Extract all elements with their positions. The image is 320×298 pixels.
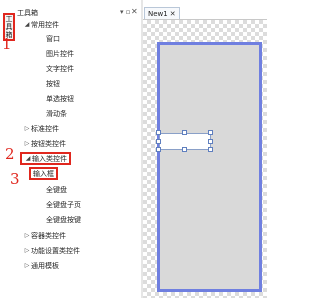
tree-item-label: 文字控件 [46, 64, 74, 73]
tree-item[interactable]: 窗口 [46, 32, 60, 45]
panel-title: 工具箱 [17, 9, 38, 17]
tree-group-function-class[interactable]: ▷ 功能设置类控件 [23, 244, 80, 257]
tree-item[interactable]: 文字控件 [46, 62, 74, 75]
tree-group-container-class[interactable]: ▷ 容器类控件 [23, 229, 66, 242]
tree-group-label: 常用控件 [31, 20, 59, 29]
resize-handle[interactable] [156, 147, 161, 152]
tree-item-label: 按钮 [46, 79, 60, 88]
panel-pin-icon[interactable]: ▾ ▫ [120, 8, 130, 16]
tab-label: New1 [148, 9, 168, 18]
annotation-number-3: 3 [10, 170, 20, 188]
panel-close-icon[interactable]: ✕ [131, 7, 138, 16]
tree-item[interactable]: 图片控件 [46, 47, 74, 60]
collapsed-triangle-icon[interactable]: ▷ [23, 140, 31, 147]
tree-item[interactable]: 全键盘 [46, 183, 67, 196]
tree-item-label: 输入框 [33, 169, 54, 178]
tree-group-label: 通用模板 [31, 261, 59, 270]
tree-item-label: 图片控件 [46, 49, 74, 58]
resize-handle[interactable] [208, 130, 213, 135]
expanded-triangle-icon[interactable]: ◢ [24, 155, 32, 162]
tree-item-label: 单选按钮 [46, 94, 74, 103]
resize-handle[interactable] [208, 147, 213, 152]
side-tab-char: 工 [5, 15, 13, 23]
tree-group-standard[interactable]: ▷ 标准控件 [23, 122, 59, 135]
resize-handle[interactable] [208, 139, 213, 144]
close-icon[interactable]: ✕ [170, 10, 176, 18]
resize-handle[interactable] [156, 130, 161, 135]
tree-group-label: 容器类控件 [31, 231, 66, 240]
tree-item-label: 全键盘按键 [46, 215, 81, 224]
highlight-box: ◢ 输入类控件 [20, 152, 71, 165]
tree-item[interactable]: 全键盘子页 [46, 198, 81, 211]
resize-handle[interactable] [182, 147, 187, 152]
tree-group-input-class[interactable]: ◢ 输入类控件 [20, 152, 71, 165]
tree-group-button-class[interactable]: ▷ 按钮类控件 [23, 137, 66, 150]
collapsed-triangle-icon[interactable]: ▷ [23, 232, 31, 239]
resize-handle[interactable] [156, 139, 161, 144]
tree-item[interactable]: 单选按钮 [46, 92, 74, 105]
tree-item[interactable]: 按钮 [46, 77, 60, 90]
annotation-number-2: 2 [5, 145, 15, 163]
tab-new1[interactable]: New1 ✕ [144, 7, 180, 19]
tree-group-label: 按钮类控件 [31, 139, 66, 148]
tree-group-label: 输入类控件 [32, 154, 67, 163]
highlight-box: 输入框 [29, 167, 58, 180]
tree-group-label: 标准控件 [31, 124, 59, 133]
tree-group-common-templates[interactable]: ▷ 通用模板 [23, 259, 59, 272]
page-preview[interactable] [157, 42, 262, 292]
collapsed-triangle-icon[interactable]: ▷ [23, 247, 31, 254]
annotation-number-1: 1 [2, 35, 12, 53]
collapsed-triangle-icon[interactable]: ▷ [23, 125, 31, 132]
tree-item[interactable]: 滑动条 [46, 107, 67, 120]
tree-item-label: 全键盘 [46, 185, 67, 194]
expanded-triangle-icon[interactable]: ◢ [23, 21, 31, 28]
tree-item-label: 窗口 [46, 34, 60, 43]
tree-item-input-box[interactable]: 输入框 [29, 167, 58, 180]
tree-item[interactable]: 全键盘按键 [46, 213, 81, 226]
tree-group-common[interactable]: ◢ 常用控件 [23, 18, 59, 31]
tree-item-label: 全键盘子页 [46, 200, 81, 209]
tree-group-label: 功能设置类控件 [31, 246, 80, 255]
side-tab-char: 具 [5, 23, 13, 31]
tree-item-label: 滑动条 [46, 109, 67, 118]
collapsed-triangle-icon[interactable]: ▷ [23, 262, 31, 269]
resize-handle[interactable] [182, 130, 187, 135]
